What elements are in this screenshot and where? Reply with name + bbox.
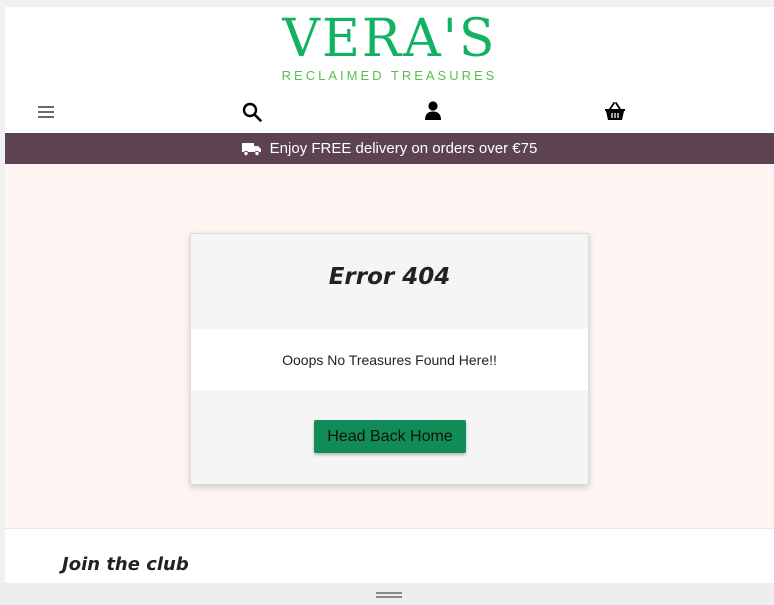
menu-icon[interactable] [38, 105, 54, 119]
page: VERA'S RECLAIMED TREASURES Enjoy FREE de… [5, 7, 774, 583]
truck-icon [241, 142, 262, 156]
error-message: Ooops No Treasures Found Here!! [191, 329, 588, 390]
error-title: Error 404 [328, 264, 451, 290]
logo-title[interactable]: VERA'S [5, 9, 774, 69]
footer-divider [5, 528, 774, 529]
delivery-text: Enjoy FREE delivery on orders over €75 [269, 140, 538, 157]
error-card: Error 404 Ooops No Treasures Found Here!… [190, 233, 589, 485]
basket-icon[interactable] [603, 100, 627, 122]
resize-handle-icon[interactable] [376, 592, 402, 598]
logo-subtitle: RECLAIMED TREASURES [281, 68, 498, 83]
card-header: Error 404 [191, 234, 588, 329]
main-content: Error 404 Ooops No Treasures Found Here!… [5, 164, 774, 528]
head-back-home-button[interactable]: Head Back Home [314, 420, 466, 453]
join-club-heading: Join the club [62, 554, 189, 575]
user-icon[interactable] [423, 100, 443, 122]
delivery-banner: Enjoy FREE delivery on orders over €75 [5, 133, 774, 164]
card-footer: Head Back Home [191, 390, 588, 484]
search-icon[interactable] [241, 101, 263, 123]
